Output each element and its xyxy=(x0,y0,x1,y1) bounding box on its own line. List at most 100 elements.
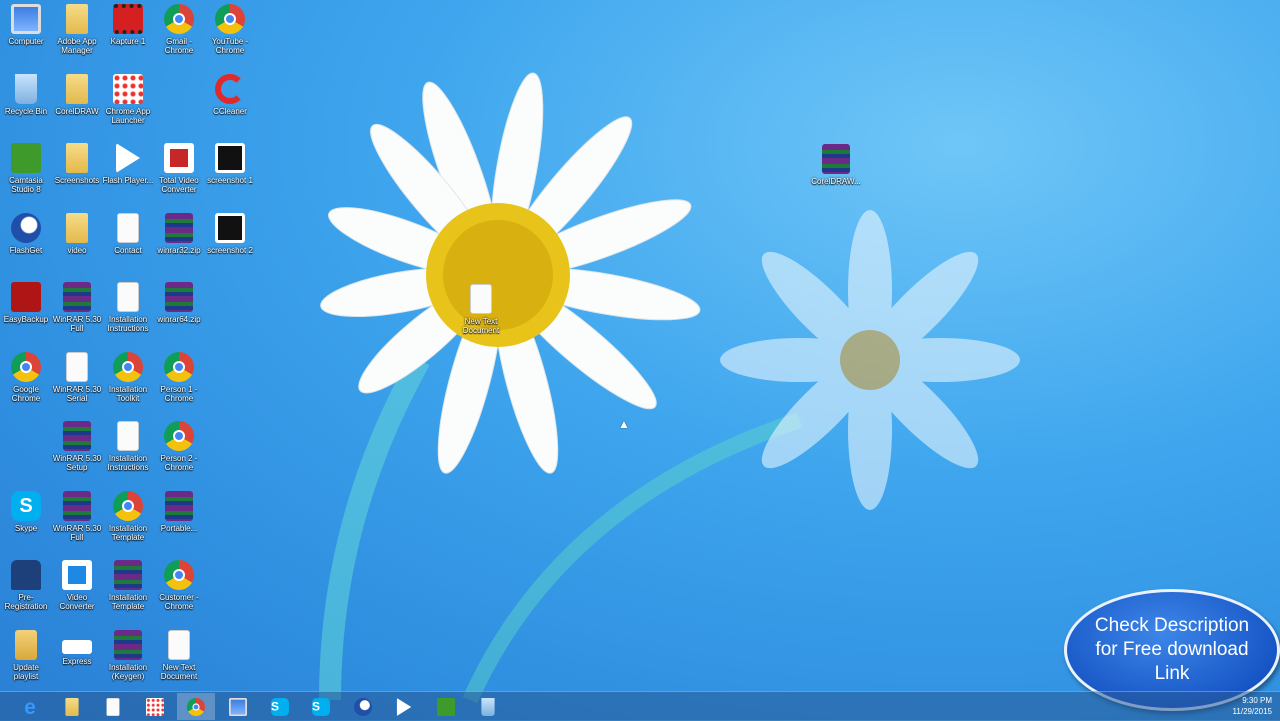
chrome-icon xyxy=(187,697,206,716)
clock-date: 11/29/2015 xyxy=(1232,707,1272,716)
desktop-icon[interactable]: WinRAR 5.30 Full xyxy=(51,282,103,333)
internet-explorer-icon: e xyxy=(24,694,36,719)
desktop-icon-label: New Text Document xyxy=(160,662,198,681)
desktop-icon[interactable]: Screenshots xyxy=(51,143,103,185)
chrome-icon xyxy=(113,351,143,382)
desktop-icon-label: Customer - Chrome xyxy=(159,593,199,611)
taskbar-button-network[interactable] xyxy=(219,693,257,720)
desktop-icon[interactable]: Installation Instructions xyxy=(102,421,154,472)
desktop-icon[interactable]: video xyxy=(51,212,103,255)
desktop-icon[interactable]: WinRAR 5.30 Serial xyxy=(51,351,103,403)
taskbar-button-skype[interactable]: S xyxy=(261,693,299,720)
desktop-icon[interactable]: Update playlist xyxy=(0,629,52,681)
chrome-icon xyxy=(215,4,245,34)
chrome-icon xyxy=(164,560,194,590)
file-icon xyxy=(66,351,88,382)
desktop-icon[interactable]: S Skype xyxy=(0,490,52,533)
desktop-icon[interactable]: Pre-Registration xyxy=(0,560,52,611)
desktop-icon-label: Skype xyxy=(14,523,38,533)
desktop-icon[interactable]: winrar64.zip xyxy=(153,282,205,324)
taskbar-button-internet-explorer[interactable]: e xyxy=(11,693,49,720)
desktop-icon-label: CCleaner xyxy=(213,106,247,116)
desktop-icon[interactable]: screenshot 2 xyxy=(204,212,256,255)
desktop-icon[interactable]: Adobe App Manager xyxy=(51,4,103,55)
chrome-icon xyxy=(164,351,194,382)
desktop-icon[interactable]: Recycle Bin xyxy=(0,73,52,116)
desktop-icon-label: New Text Document xyxy=(462,317,500,335)
desktop-icon[interactable]: Installation Template xyxy=(102,490,154,542)
desktop-icon[interactable]: Portable... xyxy=(153,490,205,533)
desktop-icon[interactable]: Video Converter xyxy=(51,560,103,611)
desktop-icon[interactable]: Computer xyxy=(0,4,52,46)
play-icon xyxy=(116,143,140,173)
desktop-icon-label: WinRAR 5.30 Setup xyxy=(52,454,102,472)
desktop-icon[interactable]: CorelDRAW xyxy=(51,73,103,116)
file-icon xyxy=(117,212,139,243)
file-icon xyxy=(106,697,120,716)
desktop-icon[interactable]: CCleaner xyxy=(204,73,256,116)
desktop-icon[interactable]: screenshot 1 xyxy=(204,143,256,185)
taskbar-button-media-player[interactable] xyxy=(385,693,423,720)
system-clock[interactable]: 9:30 PM 11/29/2015 xyxy=(1233,695,1272,717)
gear-icon xyxy=(62,560,92,590)
desktop-icon[interactable]: EasyBackup xyxy=(0,282,52,324)
chrome-icon xyxy=(164,4,194,34)
desktop-icon[interactable]: Camtasia Studio 8 xyxy=(0,143,52,194)
desktop-icon-label: WinRAR 5.30 Full xyxy=(52,315,102,333)
taskbar-button-document[interactable] xyxy=(94,693,132,720)
rar-icon xyxy=(165,212,193,243)
taskbar-button-chrome[interactable] xyxy=(177,693,216,720)
file-icon xyxy=(117,282,139,312)
desktop-icon[interactable]: Total Video Converter xyxy=(153,143,205,194)
desktop-icon[interactable]: Contact xyxy=(102,212,154,255)
taskbar-button-recycle[interactable] xyxy=(469,693,507,720)
desktop-icon[interactable]: Installation Instructions xyxy=(102,282,154,333)
eagle-icon xyxy=(353,697,372,716)
desktop-icon-label: Kapture 1 xyxy=(110,37,146,46)
desktop-icon[interactable]: Person 2 - Chrome xyxy=(153,421,205,472)
desktop-icon[interactable]: winrar32.zip xyxy=(153,212,205,255)
desktop-icon-label: CorelDRAW xyxy=(55,106,99,116)
desktop-icon[interactable]: Installation Template xyxy=(102,560,154,611)
desktop-icon-label: Chrome App Launcher xyxy=(105,106,151,125)
desktop-icon[interactable]: YouTube - Chrome xyxy=(204,4,256,55)
desktop-icon[interactable]: New Text Document xyxy=(153,629,205,681)
eagle-icon xyxy=(11,212,41,243)
desktop-icon[interactable]: WinRAR 5.30 Full xyxy=(51,490,103,542)
video-icon xyxy=(113,4,143,34)
taskbar-button-flashget[interactable] xyxy=(344,693,382,720)
desktop-icon[interactable]: Person 1 - Chrome xyxy=(153,351,205,403)
taskbar-button-app-launcher[interactable] xyxy=(136,693,174,720)
promo-line-1: Check Description xyxy=(1094,615,1250,636)
desktop-icon[interactable]: Installation Toolkit xyxy=(102,351,154,403)
image-icon xyxy=(215,212,245,243)
desktop-icon-label: Installation Template xyxy=(108,523,148,542)
desktop-icon[interactable]: New Text Document xyxy=(455,284,507,335)
bin-icon xyxy=(480,697,495,716)
chrome-icon xyxy=(11,351,41,382)
desktop-icon-label: Installation (Keygen) xyxy=(108,662,148,681)
desktop-icon[interactable]: WinRAR 5.30 Setup xyxy=(51,421,103,472)
music-icon xyxy=(15,629,37,660)
desktop-icon[interactable]: FlashGet xyxy=(0,212,52,255)
desktop-icon-label: Portable... xyxy=(160,523,198,533)
rar-icon xyxy=(114,629,142,660)
desktop-icon[interactable]: Express xyxy=(51,630,103,666)
desktop-icon[interactable]: Kapture 1 xyxy=(102,4,154,46)
apps-icon xyxy=(113,73,143,104)
folder-icon xyxy=(64,697,79,716)
mouse-cursor-icon: ▲ xyxy=(618,417,630,431)
desktop-icon[interactable]: Flash Player... xyxy=(102,143,154,185)
rar-icon xyxy=(63,421,91,451)
desktop-icon[interactable]: Customer - Chrome xyxy=(153,560,205,611)
desktop-icon[interactable]: Chrome App Launcher xyxy=(102,73,154,125)
desktop-icon[interactable]: Gmail - Chrome xyxy=(153,4,205,55)
desktop-icon[interactable]: Installation (Keygen) xyxy=(102,629,154,681)
desktop-icon[interactable]: CorelDRAW... xyxy=(810,144,862,186)
promo-line-3: Link xyxy=(1154,663,1190,684)
chrome-icon xyxy=(113,490,143,521)
taskbar-button-file-explorer[interactable] xyxy=(53,693,91,720)
taskbar-button-camtasia[interactable] xyxy=(427,693,465,720)
taskbar-button-skype-2[interactable]: S xyxy=(302,693,340,720)
desktop-icon[interactable]: Google Chrome xyxy=(0,351,52,403)
